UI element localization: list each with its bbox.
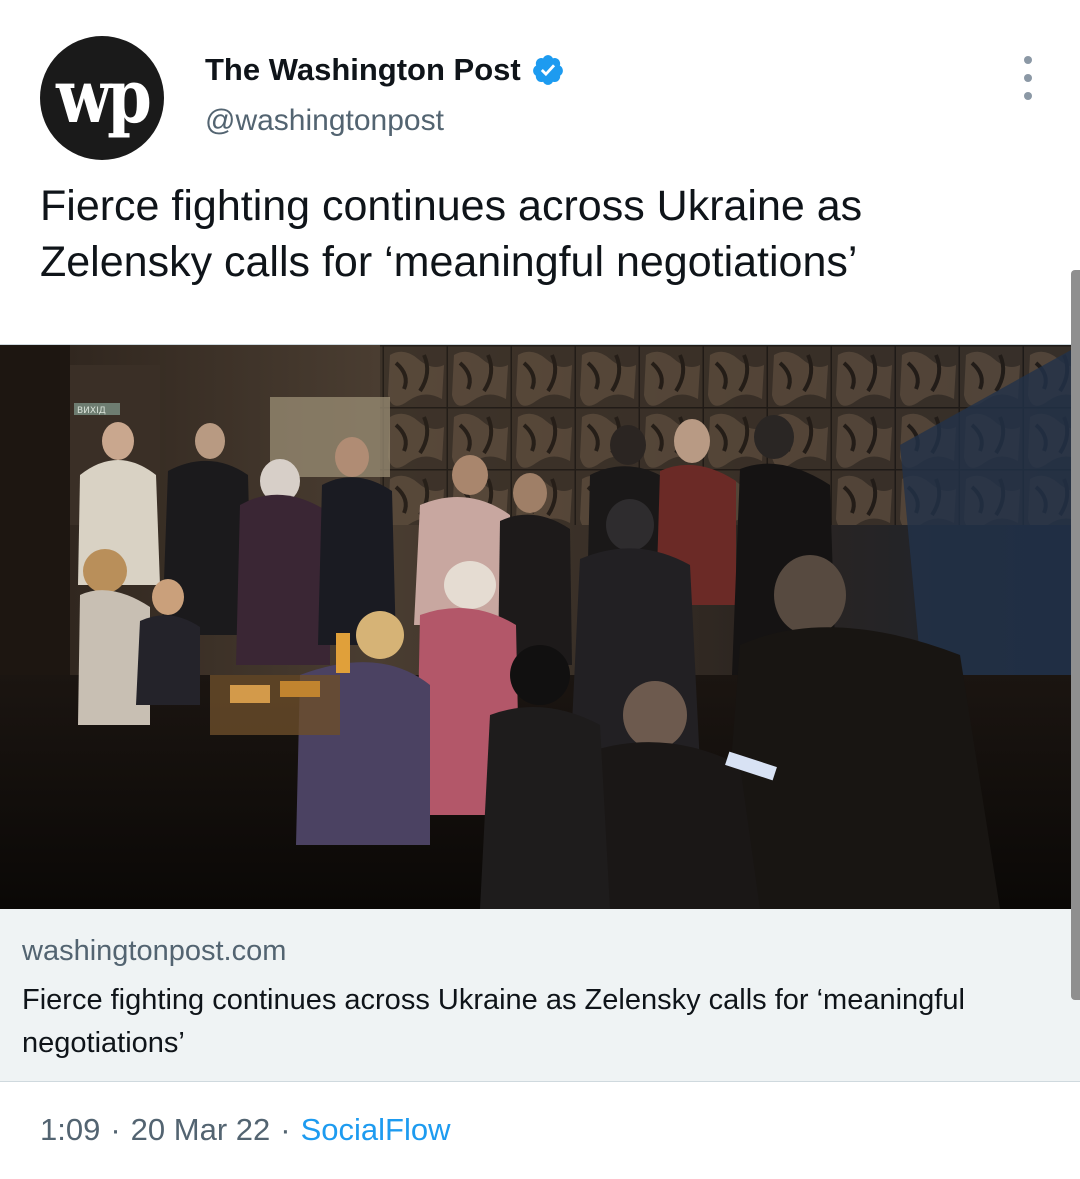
more-dot xyxy=(1024,92,1032,100)
avatar-logo: wp xyxy=(56,54,152,141)
tweet-date[interactable]: 20 Mar 22 xyxy=(131,1112,271,1148)
display-name[interactable]: The Washington Post xyxy=(205,52,521,88)
tweet: wp The Washington Post @washingtonpost F… xyxy=(0,0,1080,1179)
card-domain: washingtonpost.com xyxy=(22,935,287,967)
meta-separator: · xyxy=(110,1112,121,1147)
tweet-text: Fierce fighting continues across Ukraine… xyxy=(40,182,863,286)
exit-sign-text: ВИХІД xyxy=(77,406,106,416)
link-card[interactable]: ВИХІД washingtonpost.com Fierce fighting… xyxy=(0,344,1080,1082)
card-image[interactable]: ВИХІД xyxy=(0,345,1080,909)
meta-separator: · xyxy=(280,1112,291,1147)
more-vertical-icon[interactable] xyxy=(1010,56,1046,100)
scrollbar[interactable] xyxy=(1071,270,1080,1000)
card-meta[interactable]: washingtonpost.com Fierce fighting conti… xyxy=(0,909,1080,1081)
tweet-source-link[interactable]: SocialFlow xyxy=(301,1112,451,1148)
more-dot xyxy=(1024,74,1032,82)
shelter-photo: ВИХІД xyxy=(0,345,1080,909)
more-dot xyxy=(1024,56,1032,64)
tweet-meta: 1:09 · 20 Mar 22 · SocialFlow xyxy=(40,1112,450,1148)
card-title: Fierce fighting continues across Ukraine… xyxy=(22,984,965,1059)
avatar[interactable]: wp xyxy=(40,36,164,160)
tweet-time[interactable]: 1:09 xyxy=(40,1112,100,1148)
author-handle[interactable]: @washingtonpost xyxy=(205,104,444,138)
author-name-row: The Washington Post xyxy=(205,52,565,88)
verified-badge-icon xyxy=(532,55,563,85)
